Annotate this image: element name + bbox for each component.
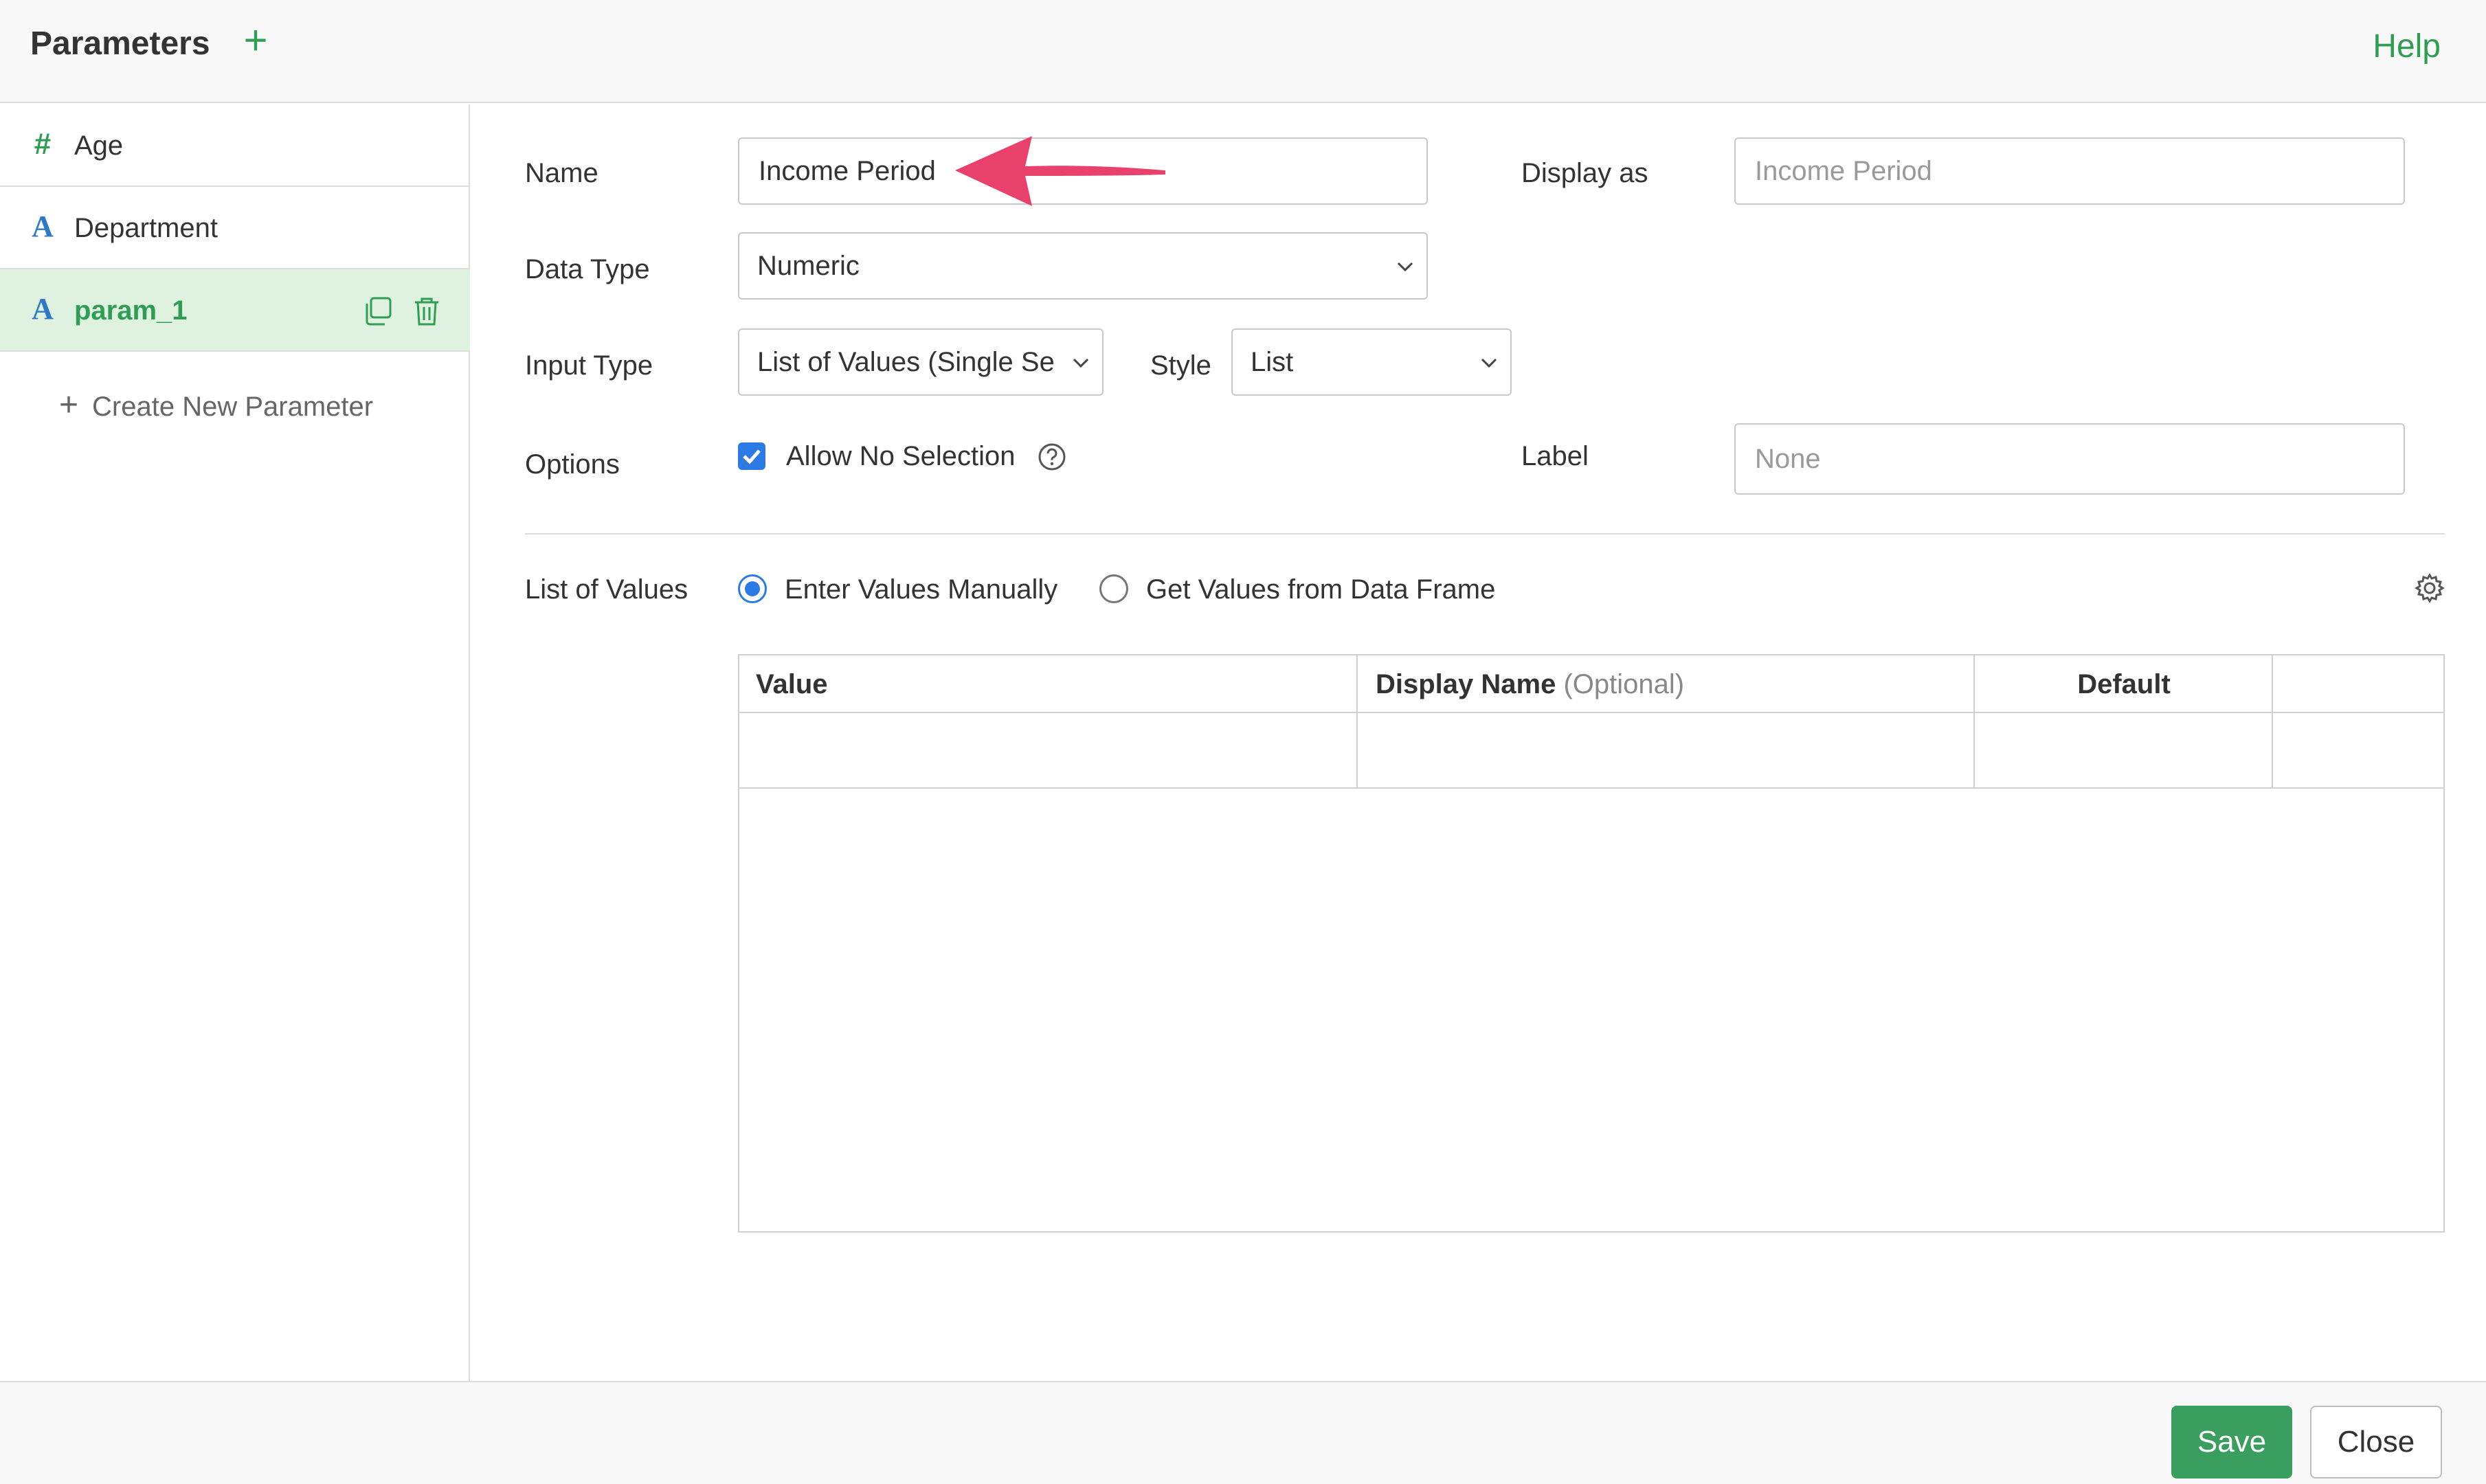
parameter-sidebar: # Age A Department A param_1 + Create New… [0, 104, 470, 1381]
dialog-header: Parameters + Help [0, 0, 2486, 103]
text-type-icon: A [32, 292, 54, 326]
section-divider [525, 533, 2445, 535]
plus-icon: + [59, 387, 79, 423]
label-input[interactable] [1734, 423, 2405, 495]
data-type-select[interactable]: Numeric [738, 232, 1428, 300]
display-as-input[interactable] [1734, 137, 2405, 205]
list-of-values-label: List of Values [525, 574, 688, 605]
radio-get-values-from-data-frame[interactable] [1099, 574, 1128, 603]
input-type-select[interactable]: List of Values (Single Se [738, 328, 1104, 396]
page-title: Parameters [30, 25, 210, 62]
options-label: Options [525, 449, 620, 480]
checkmark-icon [743, 449, 761, 464]
allow-no-selection-label: Allow No Selection [786, 441, 1016, 471]
chevron-down-icon [1073, 358, 1089, 368]
help-link[interactable]: Help [2373, 26, 2441, 67]
gear-icon[interactable] [2413, 572, 2446, 605]
column-divider [1973, 655, 1975, 789]
style-value: List [1251, 347, 1294, 377]
sidebar-item-param-1[interactable]: A param_1 [0, 269, 470, 352]
value-cell[interactable] [739, 713, 1358, 789]
column-header-default: Default [1975, 655, 2273, 713]
column-header-label: Display Name [1376, 669, 1556, 699]
style-label: Style [1150, 350, 1211, 381]
radio-enter-values-manually-label: Enter Values Manually [785, 574, 1058, 605]
column-header-actions [2273, 655, 2443, 713]
sidebar-item-age[interactable]: # Age [0, 104, 470, 187]
label-field-label: Label [1521, 441, 1589, 471]
create-new-parameter-label: Create New Parameter [92, 392, 374, 422]
close-button[interactable]: Close [2310, 1406, 2442, 1479]
chevron-down-icon [1397, 262, 1413, 272]
create-new-parameter-link[interactable]: + Create New Parameter [59, 385, 373, 427]
sidebar-item-label: param_1 [74, 295, 188, 326]
display-name-cell[interactable] [1359, 713, 1975, 789]
sidebar-item-label: Department [74, 213, 218, 243]
data-type-label: Data Type [525, 254, 650, 284]
save-button[interactable]: Save [2171, 1406, 2292, 1479]
display-as-label: Display as [1521, 158, 1648, 188]
values-table: Value Display Name (Optional) Default [738, 654, 2445, 1233]
actions-cell [2274, 713, 2443, 789]
input-type-value: List of Values (Single Se [757, 347, 1054, 377]
sidebar-item-department[interactable]: A Department [0, 187, 470, 269]
add-parameter-button[interactable]: + [238, 20, 273, 62]
sidebar-item-label: Age [74, 131, 124, 161]
allow-no-selection-checkbox[interactable] [738, 442, 765, 470]
column-header-display-name: Display Name (Optional) [1358, 655, 1975, 713]
radio-get-values-from-data-frame-label: Get Values from Data Frame [1146, 574, 1496, 605]
annotation-arrow-icon [955, 136, 1165, 206]
column-divider [1356, 655, 1358, 789]
help-circle-icon[interactable] [1038, 442, 1066, 471]
trash-icon[interactable] [410, 294, 444, 328]
optional-hint: (Optional) [1563, 669, 1685, 699]
column-header-value: Value [739, 655, 1358, 713]
parameter-form: Name Display as Data Type Numeric Input … [471, 104, 2486, 1381]
chevron-down-icon [1481, 358, 1497, 368]
name-label: Name [525, 158, 598, 188]
input-type-label: Input Type [525, 350, 653, 381]
radio-enter-values-manually[interactable] [738, 574, 767, 603]
text-type-icon: A [32, 210, 54, 243]
default-cell[interactable] [1976, 713, 2273, 789]
dialog-footer: Save Close [0, 1381, 2486, 1484]
duplicate-icon[interactable] [361, 294, 396, 328]
style-select[interactable]: List [1231, 328, 1512, 396]
column-header-label: Default [2077, 669, 2171, 699]
column-divider [2272, 655, 2273, 789]
number-type-icon: # [34, 127, 52, 161]
column-header-label: Value [756, 669, 828, 699]
data-type-value: Numeric [757, 251, 860, 281]
